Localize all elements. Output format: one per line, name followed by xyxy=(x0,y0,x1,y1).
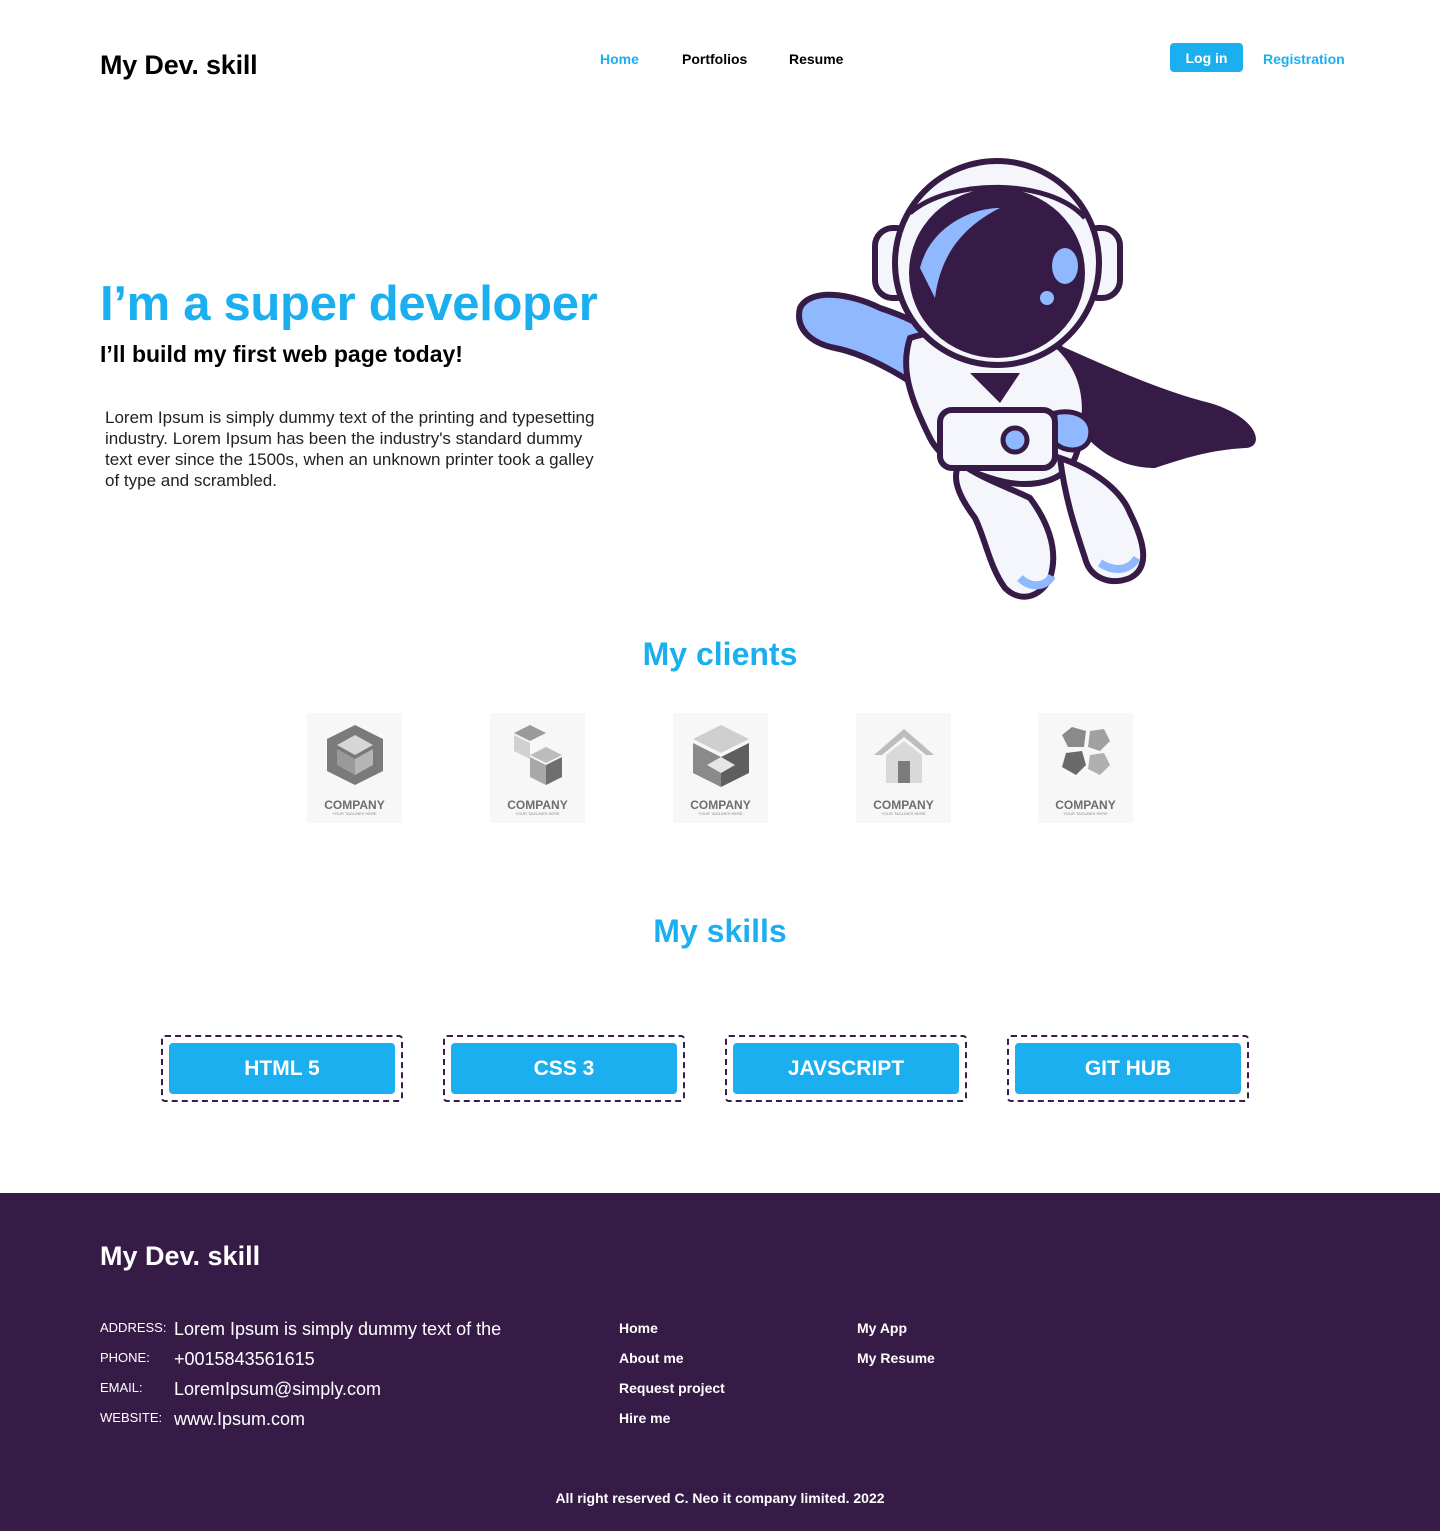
skill-css-button[interactable]: CSS 3 xyxy=(451,1043,677,1094)
phone-value: +0015843561615 xyxy=(174,1349,315,1369)
skill-html-button[interactable]: HTML 5 xyxy=(169,1043,395,1094)
client-name: COMPANY xyxy=(690,798,751,812)
hero-title: I’m a super developer xyxy=(100,277,598,331)
footer-link-request-project[interactable]: Request project xyxy=(619,1380,725,1396)
hero-description: Lorem Ipsum is simply dummy text of the … xyxy=(105,408,595,490)
footer-link-hire-me[interactable]: Hire me xyxy=(619,1410,670,1426)
client-logo[interactable]: COMPANY YOUR TAGLINES HERE xyxy=(307,713,402,823)
client-name: COMPANY xyxy=(1055,798,1116,812)
registration-link[interactable]: Registration xyxy=(1263,51,1345,67)
skill-github-button[interactable]: GIT HUB xyxy=(1015,1043,1241,1094)
clover-logo-icon xyxy=(1062,727,1110,775)
nav-resume[interactable]: Resume xyxy=(789,51,843,67)
astronaut-illustration xyxy=(796,158,1256,600)
footer-link-my-app[interactable]: My App xyxy=(857,1320,907,1336)
address-label: ADDRESS: xyxy=(100,1320,167,1335)
footer-link-about[interactable]: About me xyxy=(619,1350,684,1366)
skill-card: CSS 3 xyxy=(443,1035,685,1102)
client-logo[interactable]: COMPANY YOUR TAGLINES HERE xyxy=(490,713,585,823)
skill-javascript-button[interactable]: JAVSCRIPT xyxy=(733,1043,959,1094)
copyright: All right reserved C. Neo it company lim… xyxy=(555,1490,885,1506)
email-value[interactable]: LoremIpsum@simply.com xyxy=(174,1379,381,1400)
client-tagline: YOUR TAGLINES HERE xyxy=(515,811,560,816)
phone-label: PHONE: xyxy=(100,1350,150,1365)
client-tagline: YOUR TAGLINES HERE xyxy=(698,811,743,816)
client-name: COMPANY xyxy=(507,798,568,812)
hexagon-logo-icon xyxy=(327,725,383,785)
client-name: COMPANY xyxy=(873,798,934,812)
cube-logo-icon xyxy=(693,725,749,787)
client-tagline: YOUR TAGLINES HERE xyxy=(881,811,926,816)
site-logo[interactable]: My Dev. skill xyxy=(100,50,258,81)
footer: My Dev. skill ADDRESS: Lorem Ipsum is si… xyxy=(0,1193,1440,1531)
clients-title: My clients xyxy=(642,636,798,672)
website-label: WEBSITE: xyxy=(100,1410,163,1425)
client-logo[interactable]: COMPANY YOUR TAGLINES HERE xyxy=(1038,713,1133,823)
hero-subtitle: I’ll build my first web page today! xyxy=(100,341,463,367)
house-logo-icon xyxy=(874,729,934,783)
footer-logo[interactable]: My Dev. skill xyxy=(100,1241,260,1272)
footer-link-my-resume[interactable]: My Resume xyxy=(857,1350,935,1366)
cubes-logo-icon xyxy=(514,725,562,785)
client-tagline: YOUR TAGLINES HERE xyxy=(1063,811,1108,816)
footer-link-home[interactable]: Home xyxy=(619,1320,658,1336)
client-logo[interactable]: COMPANY YOUR TAGLINES HERE xyxy=(673,713,768,823)
skills-title: My skills xyxy=(653,913,787,949)
website-value[interactable]: www.Ipsum.com xyxy=(174,1409,305,1430)
client-name: COMPANY xyxy=(324,798,385,812)
nav-home[interactable]: Home xyxy=(600,51,639,67)
skill-card: JAVSCRIPT xyxy=(725,1035,967,1102)
nav-portfolios[interactable]: Portfolios xyxy=(682,51,747,67)
skill-card: GIT HUB xyxy=(1007,1035,1249,1102)
client-logo[interactable]: COMPANY YOUR TAGLINES HERE xyxy=(856,713,951,823)
login-button[interactable]: Log in xyxy=(1170,43,1243,72)
skill-card: HTML 5 xyxy=(161,1035,403,1102)
client-tagline: YOUR TAGLINES HERE xyxy=(332,811,377,816)
address-value: Lorem Ipsum is simply dummy text of the xyxy=(174,1319,502,1339)
email-label: EMAIL: xyxy=(100,1380,143,1395)
